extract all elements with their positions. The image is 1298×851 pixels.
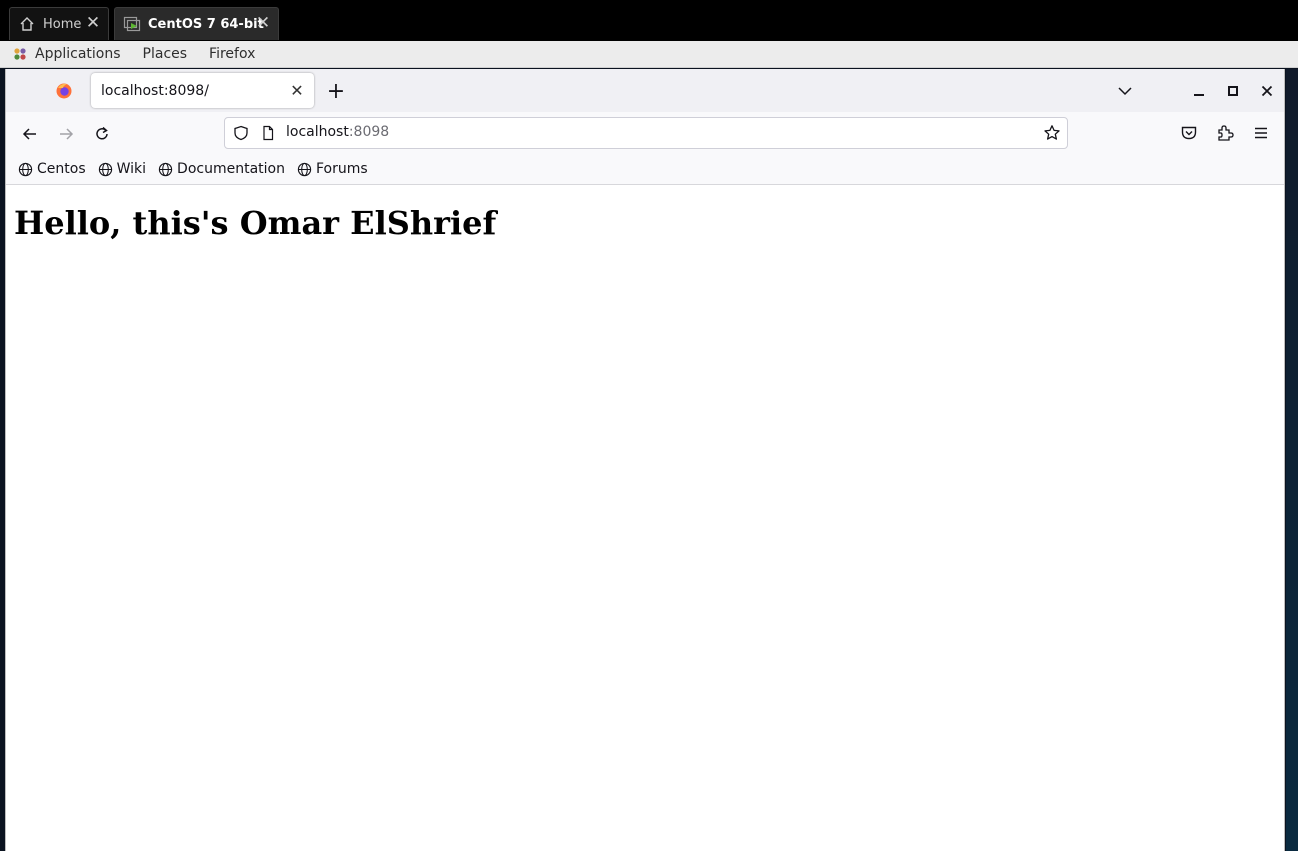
bookmark-star-icon[interactable]: [1043, 124, 1061, 142]
pocket-icon[interactable]: [1180, 124, 1198, 142]
firefox-logo-icon: [56, 83, 72, 99]
url-port: :8098: [348, 124, 390, 140]
bookmark-label: Centos: [37, 161, 86, 177]
reload-icon[interactable]: [92, 124, 112, 144]
globe-icon: [18, 162, 33, 176]
close-window-icon[interactable]: [1258, 82, 1276, 100]
page-icon[interactable]: [260, 125, 276, 141]
applications-menu-label: Applications: [35, 46, 121, 62]
firefox-window: localhost:8098/ ✕ + localhost:8098 Cento…: [5, 69, 1285, 851]
close-icon[interactable]: ✕: [84, 13, 102, 33]
home-icon: [18, 15, 36, 33]
url-host: localhost: [286, 124, 349, 140]
page-heading: Hello, this's Omar ElShrief: [14, 204, 497, 242]
applications-icon: [14, 48, 26, 60]
bookmark-label: Forums: [315, 161, 368, 177]
vm-tab-centos-label: CentOS 7 64-bit: [148, 16, 264, 32]
vm-console-icon: [123, 15, 141, 33]
extensions-icon[interactable]: [1216, 124, 1234, 142]
back-arrow-icon[interactable]: [20, 124, 40, 144]
minimize-icon[interactable]: [1190, 82, 1208, 100]
shield-icon[interactable]: [233, 125, 249, 141]
browser-tab[interactable]: localhost:8098/ ✕: [91, 73, 314, 108]
gnome-top-panel: Applications Places Firefox: [0, 41, 1298, 68]
close-tab-icon[interactable]: ✕: [288, 81, 306, 100]
bookmark-label: Documentation: [177, 161, 285, 177]
forward-arrow-icon[interactable]: [56, 124, 76, 144]
vm-tab-home[interactable]: Home ✕: [9, 7, 109, 40]
browser-tab-title: localhost:8098/: [101, 82, 209, 99]
maximize-icon[interactable]: [1224, 82, 1242, 100]
places-menu-label: Places: [142, 46, 188, 62]
places-menu[interactable]: Places: [132, 41, 199, 68]
desktop-background: [1286, 69, 1298, 851]
bookmark-documentation[interactable]: Documentation: [158, 161, 285, 177]
vm-tab-home-label: Home: [43, 16, 82, 32]
url-bar[interactable]: localhost:8098: [224, 117, 1068, 149]
url-text[interactable]: localhost:8098: [286, 124, 389, 140]
close-icon[interactable]: ✕: [254, 13, 272, 33]
page-content: Hello, this's Omar ElShrief: [6, 186, 1284, 851]
vm-tab-centos[interactable]: CentOS 7 64-bit ✕: [114, 7, 279, 40]
menu-hamburger-icon[interactable]: [1252, 124, 1270, 142]
new-tab-icon[interactable]: +: [326, 79, 346, 104]
firefox-menu[interactable]: Firefox: [198, 41, 266, 68]
firefox-tab-bar: localhost:8098/ ✕ +: [6, 69, 1284, 112]
navigation-toolbar: localhost:8098: [6, 112, 1284, 154]
bookmark-wiki[interactable]: Wiki: [98, 161, 146, 177]
applications-menu[interactable]: Applications: [0, 41, 132, 68]
globe-icon: [158, 162, 173, 176]
bookmark-label: Wiki: [116, 161, 147, 177]
bookmarks-toolbar: Centos Wiki Documentation Forums: [6, 154, 1284, 185]
firefox-menu-label: Firefox: [209, 46, 256, 62]
vm-tab-bar: Home ✕ CentOS 7 64-bit ✕: [0, 0, 1298, 41]
bookmark-forums[interactable]: Forums: [297, 161, 368, 177]
chevron-down-icon[interactable]: [1116, 82, 1134, 100]
globe-icon: [98, 162, 112, 176]
bookmark-centos[interactable]: Centos: [18, 161, 86, 177]
globe-icon: [297, 162, 312, 176]
